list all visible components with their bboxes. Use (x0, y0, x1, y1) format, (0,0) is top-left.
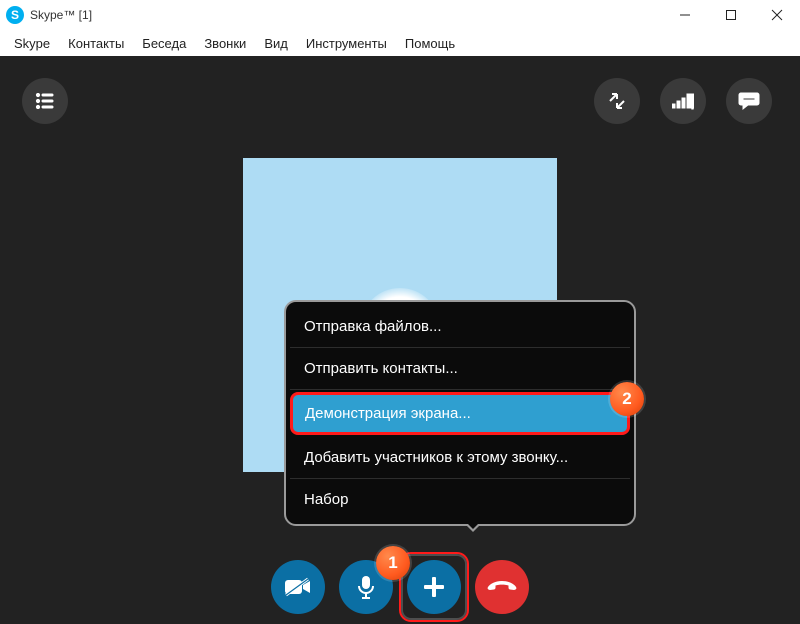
hangup-icon (487, 579, 517, 595)
plus-context-menu: Отправка файлов... Отправить контакты...… (284, 300, 636, 526)
menu-item-add-participants[interactable]: Добавить участников к этому звонку... (290, 437, 630, 479)
minimize-button[interactable] (662, 0, 708, 30)
plus-button-wrapper (407, 560, 461, 614)
plus-icon (423, 576, 445, 598)
annotation-badge-1: 1 (376, 546, 410, 580)
menu-item-conversation[interactable]: Беседа (134, 34, 194, 53)
skype-logo-icon: S (6, 6, 24, 24)
expand-icon (608, 92, 626, 110)
menu-item-dialpad[interactable]: Набор (290, 479, 630, 520)
plus-button[interactable] (407, 560, 461, 614)
window-controls (662, 0, 800, 30)
video-off-icon (284, 577, 312, 597)
menubar: Skype Контакты Беседа Звонки Вид Инструм… (0, 30, 800, 56)
list-icon (35, 93, 55, 109)
menu-item-calls[interactable]: Звонки (196, 34, 254, 53)
mic-icon (357, 575, 375, 599)
menu-item-share-screen[interactable]: Демонстрация экрана... (290, 392, 630, 435)
close-button[interactable] (754, 0, 800, 30)
menu-item-tools[interactable]: Инструменты (298, 34, 395, 53)
menu-item-view[interactable]: Вид (256, 34, 296, 53)
annotation-badge-2: 2 (610, 382, 644, 416)
hangup-button[interactable] (475, 560, 529, 614)
video-toggle-button[interactable] (271, 560, 325, 614)
menu-item-contacts[interactable]: Контакты (60, 34, 132, 53)
fullscreen-button[interactable] (594, 78, 640, 124)
svg-text:!: ! (691, 101, 694, 110)
titlebar: S Skype™ [1] (0, 0, 800, 30)
menu-item-skype[interactable]: Skype (6, 34, 58, 53)
signal-bars-icon: ! (672, 92, 694, 110)
call-list-button[interactable] (22, 78, 68, 124)
maximize-button[interactable] (708, 0, 754, 30)
call-area: ! Отправка файлов... Отправить контакты.… (0, 56, 800, 624)
window-title: Skype™ [1] (30, 8, 92, 22)
menu-item-help[interactable]: Помощь (397, 34, 463, 53)
menu-item-send-contacts[interactable]: Отправить контакты... (290, 348, 630, 390)
chat-button[interactable] (726, 78, 772, 124)
call-quality-button[interactable]: ! (660, 78, 706, 124)
chat-bubble-icon (738, 91, 760, 111)
menu-item-send-files[interactable]: Отправка файлов... (290, 306, 630, 348)
